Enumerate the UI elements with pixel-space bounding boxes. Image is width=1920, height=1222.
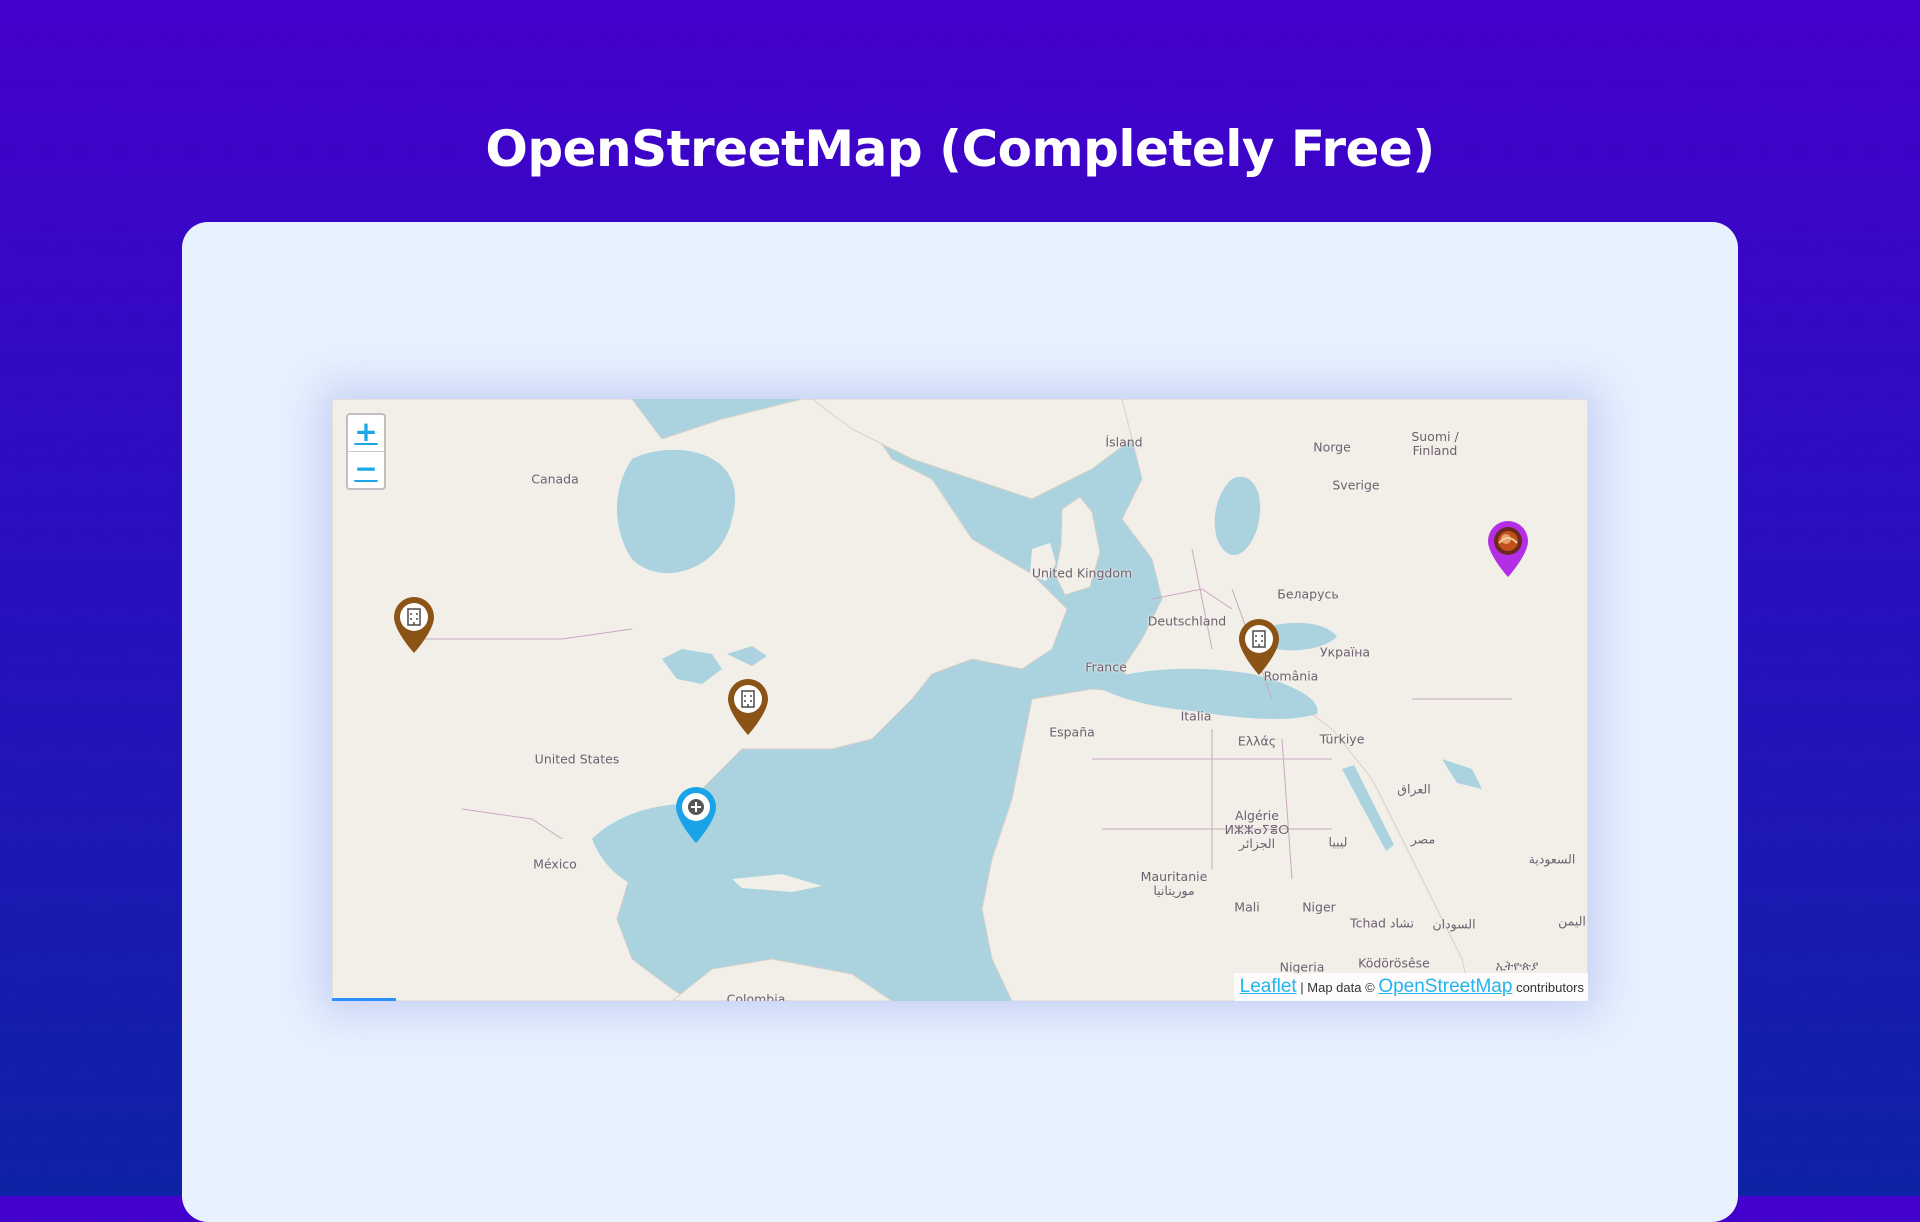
office-marker-new-york[interactable]	[724, 677, 772, 737]
attribution-suffix: contributors	[1516, 980, 1584, 995]
map-label-espana: España	[1049, 724, 1095, 740]
map-label-colombia: Colombia	[726, 991, 786, 1002]
map-label-mexico: México	[533, 856, 577, 872]
map-label-misr: مصر	[1410, 831, 1436, 847]
zoom-control: + −	[346, 413, 386, 490]
map-label-sudan: السودان	[1432, 916, 1476, 932]
map-label-france: France	[1085, 659, 1127, 675]
map-label-suomi: Suomi / Finland	[1411, 429, 1459, 458]
map-label-us: United States	[534, 751, 620, 767]
zoom-in-button[interactable]: +	[348, 415, 384, 451]
openstreetmap-link[interactable]: OpenStreetMap	[1378, 976, 1512, 997]
map-tiles[interactable]	[332, 399, 1588, 1001]
map-label-mauritanie: Mauritanie موريتانيا	[1140, 869, 1208, 898]
medical-marker-florida[interactable]	[672, 785, 720, 845]
map-label-libya: ليبيا	[1328, 834, 1348, 850]
map-loading-bar	[332, 998, 396, 1001]
map-label-belarus: Беларусь	[1277, 586, 1339, 602]
map-label-island: Ísland	[1105, 434, 1143, 450]
map-label-ethiopia: ኢትዮጵያ	[1495, 958, 1539, 973]
office-marker-paris[interactable]	[1235, 617, 1283, 677]
map-container[interactable]: Ísland Canada Norge Suomi / Finland Sver…	[332, 399, 1588, 1001]
map-label-ellas: Ελλάς	[1237, 733, 1277, 749]
avatar-marker-moscow[interactable]	[1484, 519, 1532, 579]
map-label-italia: Italia	[1180, 708, 1212, 724]
attribution-separator: | Map data ©	[1300, 980, 1375, 995]
map-label-canada: Canada	[531, 471, 579, 487]
map-label-tchad: Tchad تشاد	[1350, 915, 1414, 931]
map-label-ukraina: Україна	[1319, 644, 1371, 660]
leaflet-link[interactable]: Leaflet	[1240, 976, 1297, 997]
map-label-saudi: السعودية	[1528, 851, 1576, 867]
map-label-norge: Norge	[1313, 439, 1351, 455]
map-label-kodorosese: Ködörösêse	[1358, 955, 1430, 971]
office-marker-seattle[interactable]	[390, 595, 438, 655]
map-label-turkiye: Türkiye	[1319, 731, 1365, 747]
plus-circle-icon	[688, 799, 704, 815]
zoom-out-button[interactable]: −	[348, 451, 384, 488]
map-label-yemen: اليمن	[1558, 913, 1586, 929]
map-attribution: Leaflet | Map data © OpenStreetMap contr…	[1233, 973, 1588, 1001]
map-label-mali: Mali	[1234, 899, 1260, 915]
map-label-sverige: Sverige	[1332, 477, 1380, 493]
avatar-icon	[1494, 527, 1522, 555]
map-label-uk: United Kingdom	[1031, 565, 1133, 581]
map-label-iraq: العراق	[1397, 781, 1431, 797]
map-label-niger: Niger	[1302, 899, 1336, 915]
map-label-deutschland: Deutschland	[1147, 613, 1227, 629]
map-label-algerie: Algérie ⵍⵣⵣⴰⵢⴻⵔ الجزائر	[1224, 808, 1290, 851]
page-title: OpenStreetMap (Completely Free)	[485, 120, 1435, 178]
